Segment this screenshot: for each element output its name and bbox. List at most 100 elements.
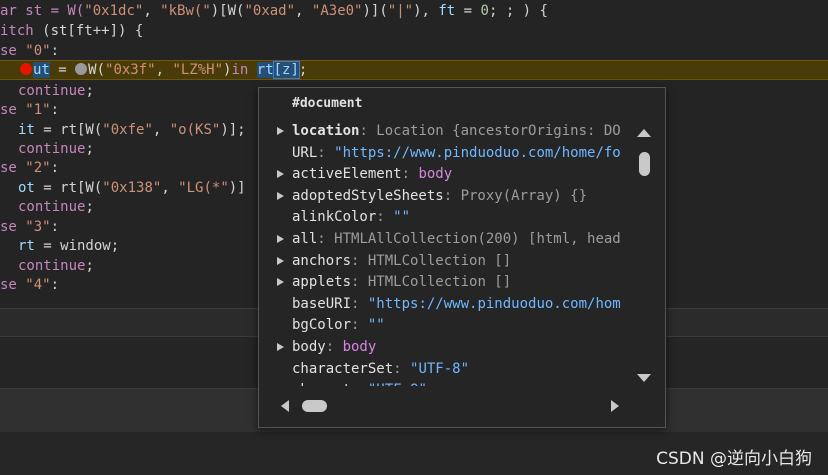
code-token: ft <box>438 3 456 19</box>
code-token: = window; <box>34 238 120 254</box>
code-token: "2" <box>25 160 51 176</box>
property-row[interactable]: characterSet: "UTF-8" <box>259 359 633 380</box>
code-line: se "3": <box>0 217 59 237</box>
property-key: alinkColor <box>292 209 377 226</box>
code-token: ; <box>85 83 94 99</box>
property-row[interactable]: applets: HTMLCollection [] <box>259 272 633 293</box>
code-token: "0x138" <box>102 180 162 196</box>
code-token: 0 <box>480 3 489 19</box>
property-text: all: HTMLAllCollection(200) [html, head <box>292 229 621 250</box>
property-separator: : <box>351 382 368 386</box>
code-token: W( <box>88 62 106 78</box>
property-row[interactable]: activeElement: body <box>259 164 633 185</box>
code-token: "1" <box>25 102 51 118</box>
property-text: activeElement: body <box>292 164 452 185</box>
code-line: continue; <box>18 256 94 276</box>
scroll-down-arrow-icon[interactable] <box>637 374 651 382</box>
code-token: rt <box>18 238 35 254</box>
property-key: anchors <box>292 252 352 269</box>
property-row[interactable]: body: body <box>259 337 633 358</box>
horizontal-scrollbar[interactable] <box>273 396 628 416</box>
property-row[interactable]: charset: "UTF-8" <box>259 380 633 386</box>
code-token: in <box>231 62 249 78</box>
horizontal-scroll-thumb[interactable] <box>302 400 327 412</box>
code-token: : <box>50 160 60 176</box>
property-value: HTMLAllCollection(200) [html, head <box>334 231 621 247</box>
code-token: ; <box>298 62 308 78</box>
code-token: = <box>455 3 481 19</box>
expand-arrow-icon[interactable] <box>277 343 284 351</box>
property-row[interactable]: all: HTMLAllCollection(200) [html, head <box>259 229 633 250</box>
property-separator: : <box>376 209 394 226</box>
code-line-paused: ut = W("0x3f", "LZ%H")in rt[z]; <box>20 60 307 80</box>
scroll-up-arrow-icon[interactable] <box>637 129 651 137</box>
property-row[interactable]: alinkColor: "" <box>259 207 633 228</box>
vertical-scrollbar[interactable] <box>634 124 654 386</box>
code-token: )[W( <box>210 3 245 19</box>
expand-arrow-icon[interactable] <box>277 278 284 287</box>
code-token: itch <box>0 23 34 39</box>
property-separator: : <box>443 187 461 204</box>
property-value: "" <box>393 209 411 226</box>
property-text: adoptedStyleSheets: Proxy(Array) {} <box>292 186 587 207</box>
scroll-right-arrow-icon[interactable] <box>611 400 619 412</box>
object-preview-popover[interactable]: #document location: Location {ancestorOr… <box>258 87 666 428</box>
code-token: : <box>50 277 60 293</box>
code-token: se <box>0 102 17 118</box>
expand-arrow-icon[interactable] <box>277 235 284 243</box>
code-token: , <box>295 3 312 19</box>
code-line: se "0": <box>0 41 59 61</box>
vertical-scroll-thumb[interactable] <box>639 152 650 176</box>
code-line: it = rt[W("0xfe", "o(KS")]; <box>18 120 246 140</box>
code-token: continue <box>18 141 86 157</box>
property-row[interactable]: adoptedStyleSheets: Proxy(Array) {} <box>259 186 633 207</box>
property-row[interactable]: location: Location {ancestorOrigins: DO <box>259 121 633 142</box>
property-key: location <box>292 123 360 139</box>
code-token: ; <box>85 199 94 215</box>
code-token: ut <box>33 62 50 78</box>
expand-arrow-icon[interactable] <box>277 170 284 179</box>
property-separator: : <box>317 231 335 247</box>
property-text: baseURI: "https://www.pinduoduo.com/hom <box>292 294 621 315</box>
code-token: continue <box>18 83 86 99</box>
code-token: )]; <box>220 122 246 138</box>
code-line: se "4": <box>0 275 59 295</box>
code-token: "A3e0" <box>311 3 363 19</box>
code-token: continue <box>18 258 86 274</box>
property-key: charset <box>292 382 351 386</box>
property-separator: : <box>393 360 411 377</box>
scroll-left-arrow-icon[interactable] <box>281 400 289 412</box>
code-line: continue; <box>18 81 94 101</box>
code-token: se <box>0 219 17 235</box>
hovered-expression[interactable]: [z] <box>272 61 300 79</box>
watermark: CSDN @逆向小白狗 <box>656 449 812 469</box>
code-token: , <box>143 3 161 19</box>
property-row[interactable]: bgColor: "" <box>259 315 633 336</box>
property-value: "https://www.pinduoduo.com/hom <box>367 295 621 312</box>
code-token: "0xad" <box>244 3 296 19</box>
code-token: = rt[W( <box>34 180 103 196</box>
code-token: "|" <box>387 3 414 19</box>
expand-arrow-icon[interactable] <box>277 191 284 200</box>
property-key: characterSet <box>292 360 394 377</box>
code-token: ), <box>413 3 439 19</box>
property-text: location: Location {ancestorOrigins: DO <box>292 121 621 142</box>
property-text: applets: HTMLCollection [] <box>292 272 511 293</box>
property-key: bgColor <box>292 317 352 334</box>
inline-breakpoint-icon[interactable] <box>75 63 88 75</box>
property-list[interactable]: location: Location {ancestorOrigins: DO U… <box>259 121 633 386</box>
property-value: body <box>342 339 377 355</box>
property-key: applets <box>292 274 352 291</box>
property-text: body: body <box>292 337 376 358</box>
code-token: it <box>18 122 35 138</box>
property-row[interactable]: URL: "https://www.pinduoduo.com/home/fo <box>259 143 633 164</box>
code-line: se "2": <box>0 158 59 178</box>
code-line: continue; <box>18 197 94 217</box>
breakpoint-icon[interactable] <box>20 63 32 75</box>
property-row[interactable]: anchors: HTMLCollection [] <box>259 251 633 272</box>
property-row[interactable]: baseURI: "https://www.pinduoduo.com/hom <box>259 294 633 315</box>
code-token: ; ; ) { <box>488 3 548 19</box>
expand-arrow-icon[interactable] <box>277 127 284 135</box>
expand-arrow-icon[interactable] <box>277 256 284 265</box>
code-token: se <box>0 277 17 293</box>
